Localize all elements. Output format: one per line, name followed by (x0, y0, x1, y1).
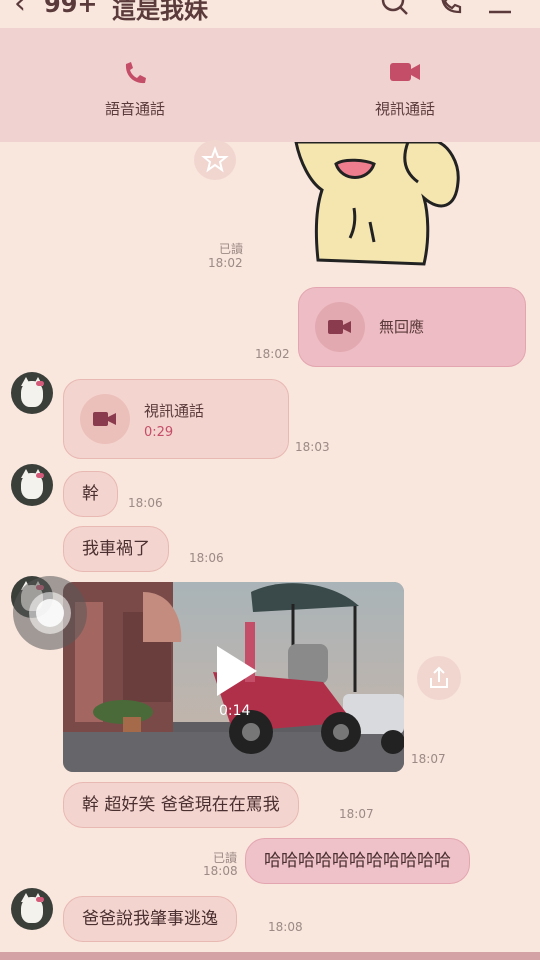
search-icon[interactable] (380, 0, 410, 18)
message-bubble[interactable]: 我車禍了 (63, 526, 169, 572)
video-call-label: 視訊通話 (374, 100, 435, 118)
voice-call-button[interactable]: 語音通話 (35, 28, 235, 142)
star-icon (201, 146, 229, 173)
chat-header: ‹ 99+ 這是我妹 (0, 0, 540, 28)
message-time: 18:07 (339, 807, 374, 821)
call-icon-circle (315, 302, 365, 352)
message-time: 18:07 (411, 752, 446, 766)
message-time: 18:08 (203, 864, 238, 878)
phone-icon (125, 62, 146, 84)
play-icon[interactable] (213, 644, 259, 698)
call-icon-circle (80, 394, 130, 444)
video-camera-icon (328, 320, 351, 334)
video-camera-icon (93, 412, 116, 426)
message-time: 18:03 (295, 440, 330, 454)
voice-call-label: 語音通話 (104, 100, 165, 118)
avatar[interactable] (11, 888, 53, 930)
unread-count: 99+ (44, 0, 98, 18)
phone-icon[interactable] (436, 0, 466, 18)
share-button[interactable] (417, 656, 461, 700)
call-status-label: 無回應 (379, 318, 425, 336)
avatar[interactable] (11, 464, 53, 506)
message-bubble[interactable]: 哈哈哈哈哈哈哈哈哈哈哈 (245, 838, 470, 884)
input-bar-edge (0, 952, 540, 960)
message-bubble[interactable]: 幹 超好笑 爸爸現在在罵我 (63, 782, 299, 828)
message-time: 18:06 (189, 551, 224, 565)
menu-icon[interactable] (486, 0, 516, 18)
back-chevron-icon[interactable]: ‹ (14, 0, 26, 21)
message-time: 18:02 (255, 347, 290, 361)
video-camera-icon (390, 63, 420, 81)
video-call-card[interactable]: 視訊通話 0:29 (63, 379, 289, 459)
video-message[interactable]: 0:14 (63, 582, 404, 772)
message-time: 18:06 (128, 496, 163, 510)
video-duration: 0:14 (219, 703, 251, 719)
missed-video-call-card[interactable]: 無回應 (298, 287, 526, 367)
message-bubble[interactable]: 爸爸說我肇事逃逸 (63, 896, 237, 942)
message-time: 18:08 (268, 920, 303, 934)
dog-sticker[interactable] (292, 142, 462, 266)
assistive-touch-button[interactable] (13, 576, 87, 650)
call-options-panel: 語音通話 視訊通話 (0, 28, 540, 142)
message-bubble[interactable]: 幹 (63, 471, 118, 517)
video-call-button[interactable]: 視訊通話 (305, 28, 505, 142)
call-type-label: 視訊通話 (144, 402, 205, 420)
share-icon (430, 666, 448, 688)
message-time: 18:02 (208, 256, 243, 270)
chat-title[interactable]: 這是我妹 (112, 0, 208, 25)
sticker-favorite-button[interactable] (194, 140, 236, 180)
call-duration: 0:29 (144, 425, 174, 440)
avatar[interactable] (11, 372, 53, 414)
read-receipt: 已讀 (219, 242, 244, 256)
